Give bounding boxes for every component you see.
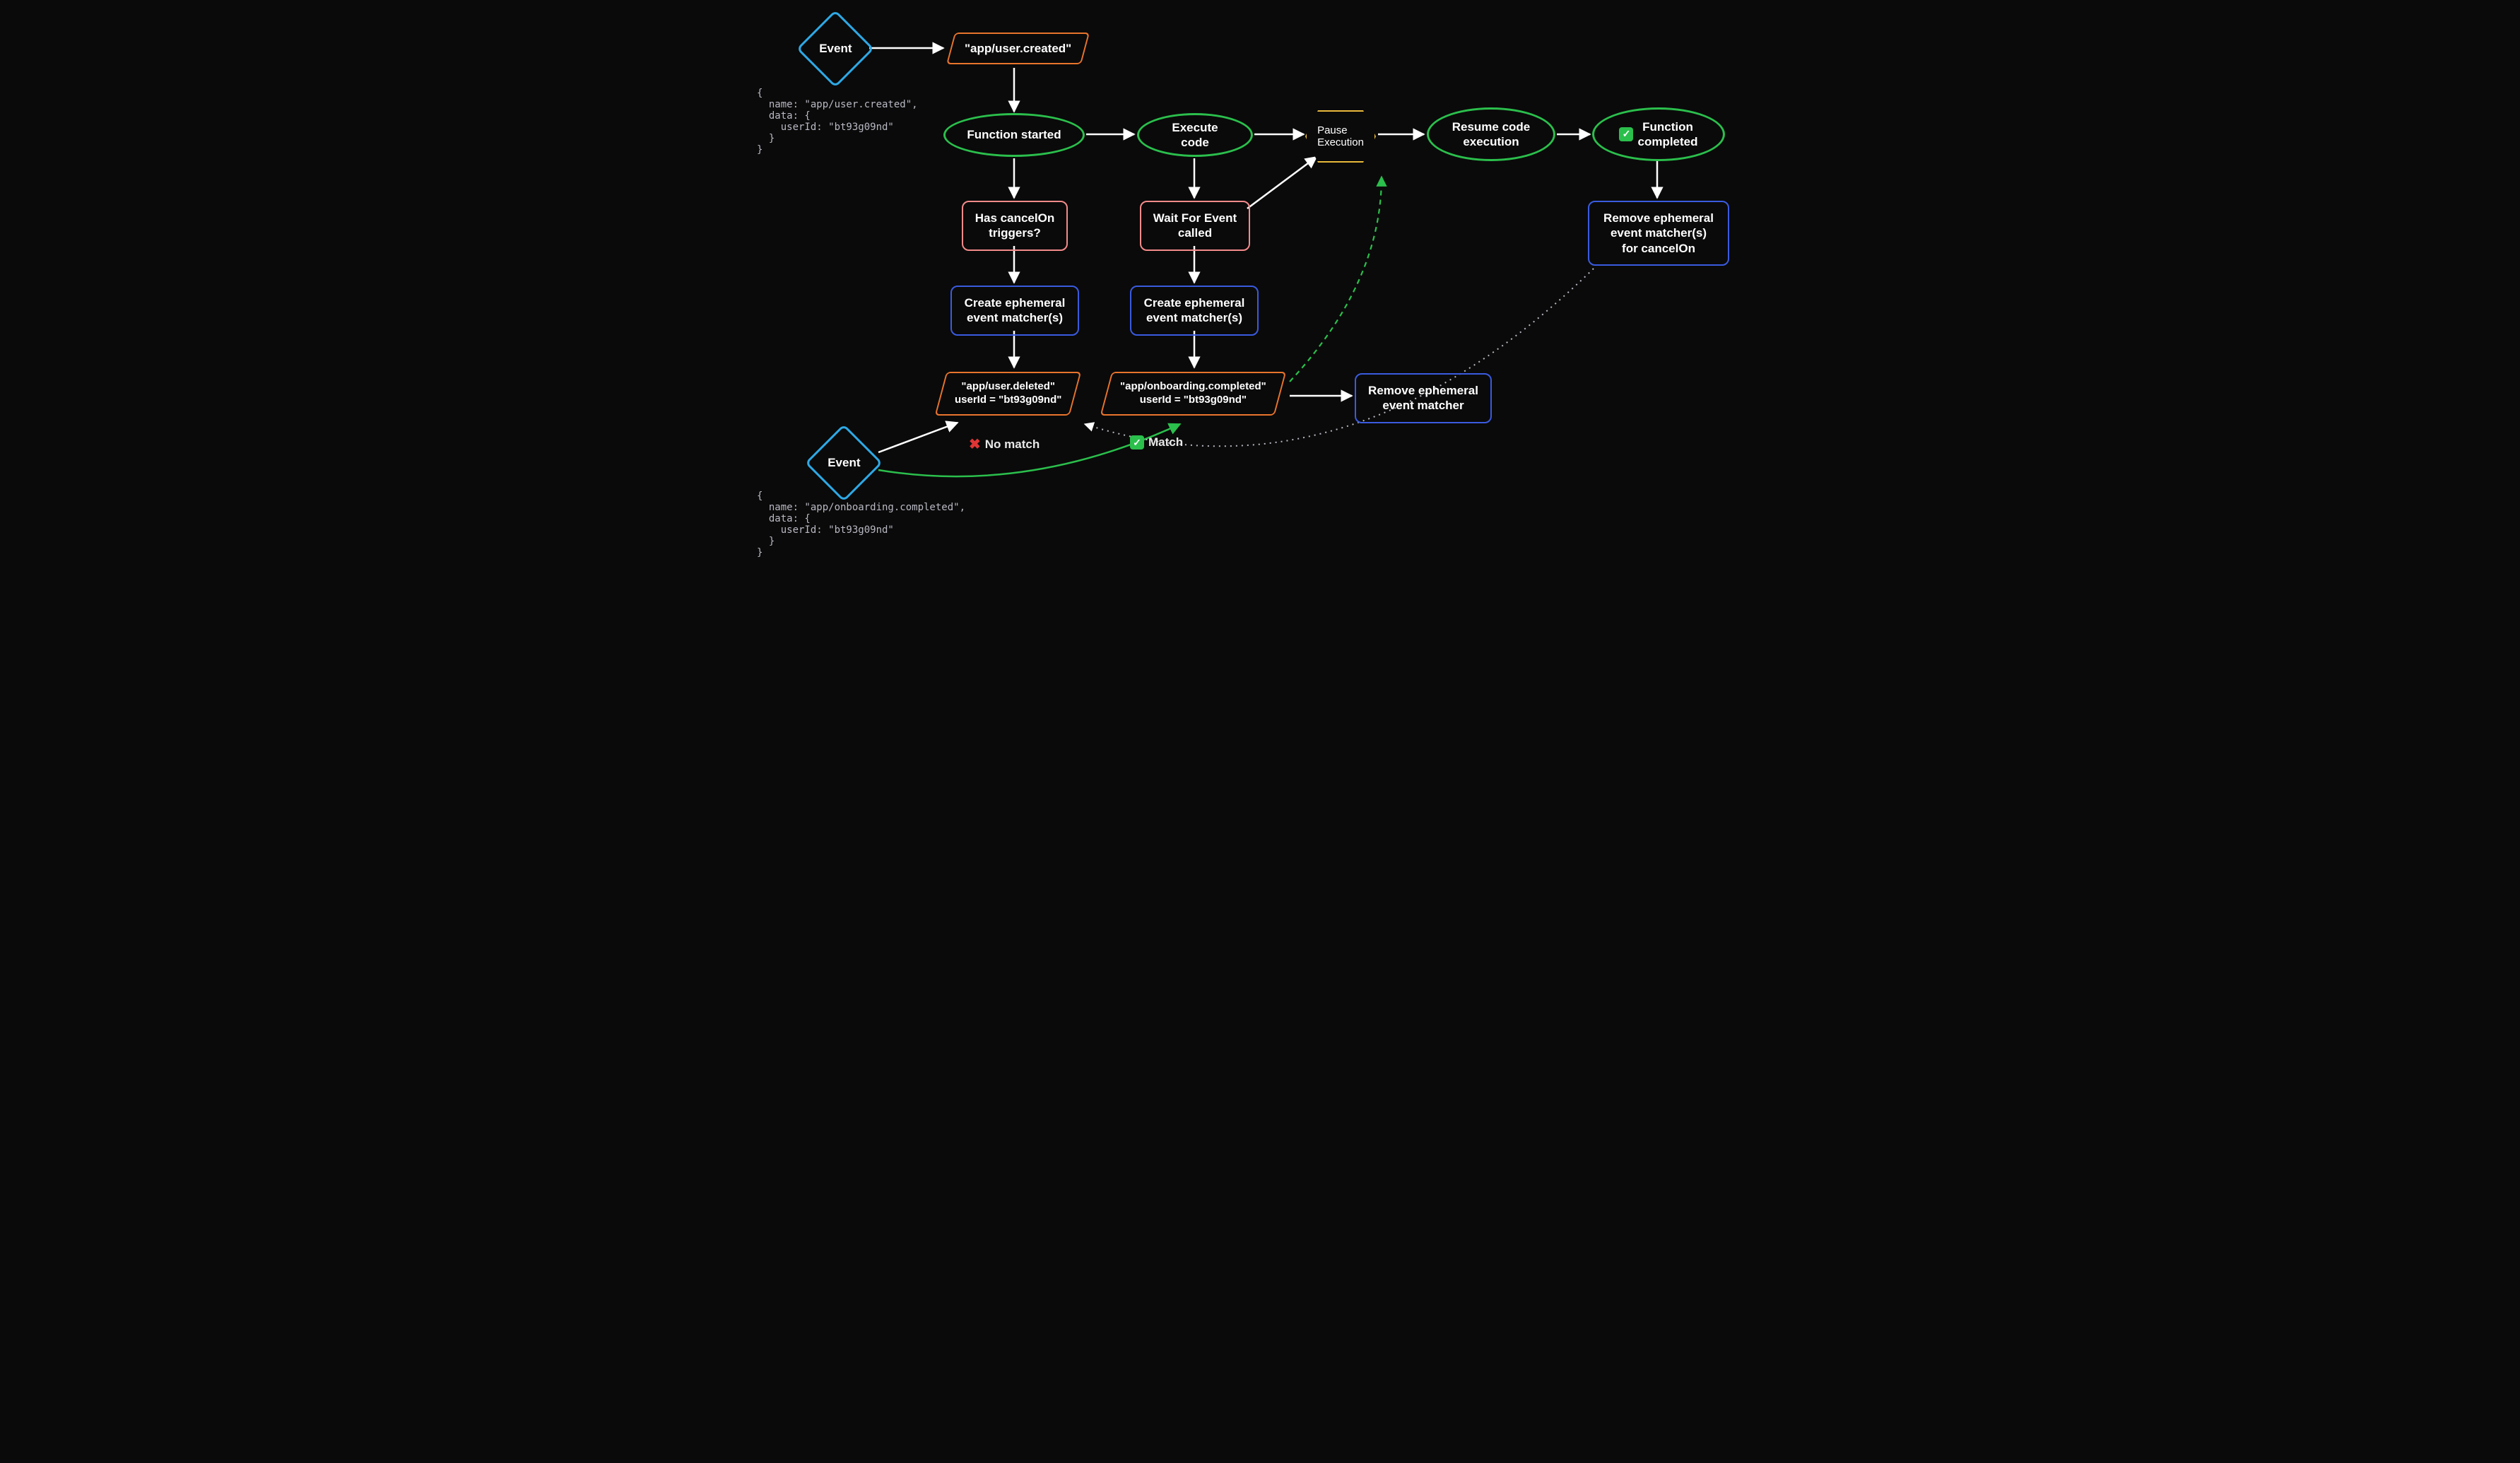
cross-icon: ✖ (969, 435, 981, 453)
wait-for-event-node: Wait For Event called (1140, 201, 1250, 251)
execute-code-node: Execute code (1137, 113, 1253, 157)
create-matcher-right-node: Create ephemeral event matcher(s) (1130, 286, 1259, 336)
match-text: Match (1148, 435, 1183, 450)
trigger-event-label: "app/user.created" (965, 41, 1071, 56)
matcher-deleted-label: "app/user.deleted" userId = "bt93g09nd" (955, 380, 1061, 407)
remove-cancel-matchers-label: Remove ephemeral event matcher(s) for ca… (1603, 211, 1714, 256)
execute-code-label: Execute code (1158, 120, 1232, 151)
remove-cancel-matchers-node: Remove ephemeral event matcher(s) for ca… (1588, 201, 1729, 266)
create-matcher-left-label: Create ephemeral event matcher(s) (965, 295, 1066, 326)
event-node-top-label: Event (819, 41, 852, 56)
code-block-top: { name: "app/user.created", data: { user… (757, 88, 918, 155)
check-icon: ✓ (1130, 435, 1144, 450)
pause-execution-label: Pause Execution (1317, 124, 1364, 148)
remove-matcher-label: Remove ephemeral event matcher (1368, 383, 1478, 413)
resume-execution-label: Resume code execution (1452, 119, 1531, 150)
pause-execution-node: Pause Execution (1305, 110, 1376, 163)
has-cancelon-label: Has cancelOn triggers? (975, 211, 1054, 241)
wait-for-event-label: Wait For Event called (1153, 211, 1237, 241)
event-node-bottom-label: Event (828, 455, 860, 470)
create-matcher-right-label: Create ephemeral event matcher(s) (1144, 295, 1245, 326)
resume-execution-node: Resume code execution (1427, 107, 1555, 161)
no-match-text: No match (985, 437, 1040, 452)
matcher-onboarding-label: "app/onboarding.completed" userId = "bt9… (1120, 380, 1266, 407)
remove-matcher-node: Remove ephemeral event matcher (1355, 373, 1492, 423)
function-completed-label: Function completed (1637, 119, 1697, 150)
trigger-event-node: "app/user.created" (946, 33, 1090, 64)
has-cancelon-node: Has cancelOn triggers? (962, 201, 1068, 251)
code-block-bottom: { name: "app/onboarding.completed", data… (757, 490, 965, 558)
no-match-label: ✖ No match (969, 435, 1040, 453)
function-started-label: Function started (967, 127, 1061, 142)
diagram-canvas: Event { name: "app/user.created", data: … (746, 0, 1774, 577)
check-icon: ✓ (1619, 127, 1633, 141)
match-label: ✓ Match (1130, 435, 1183, 450)
event-node-top: Event (796, 10, 874, 88)
function-completed-node: ✓ Function completed (1592, 107, 1725, 161)
matcher-deleted-node: "app/user.deleted" userId = "bt93g09nd" (935, 372, 1082, 416)
create-matcher-left-node: Create ephemeral event matcher(s) (950, 286, 1079, 336)
matcher-onboarding-node: "app/onboarding.completed" userId = "bt9… (1100, 372, 1286, 416)
function-started-node: Function started (943, 113, 1085, 157)
